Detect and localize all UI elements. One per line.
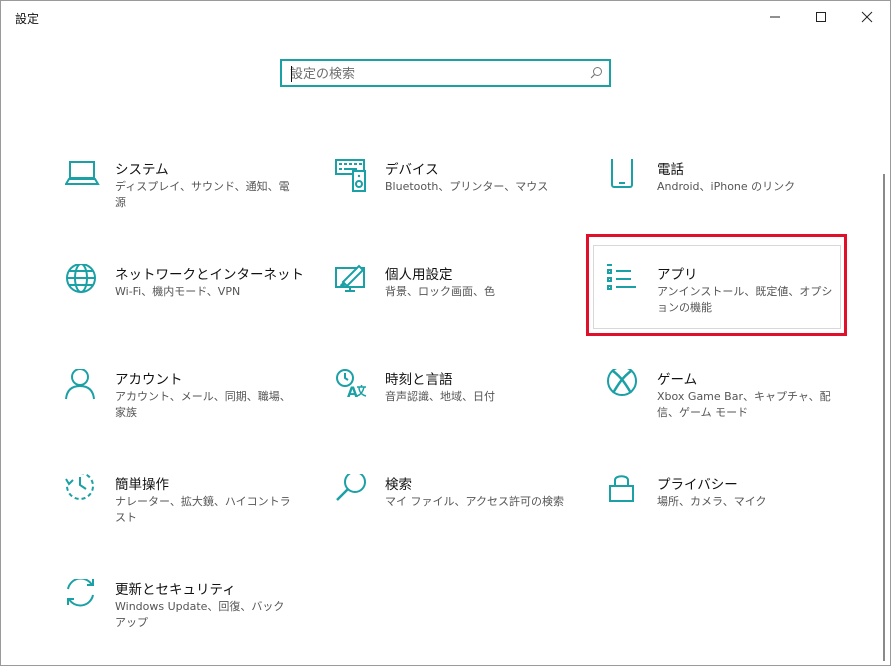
tile-name: アプリ [657, 267, 698, 283]
laptop-icon [65, 161, 100, 185]
search-icon [336, 474, 366, 501]
close-button[interactable] [844, 1, 890, 33]
minimize-icon [770, 16, 780, 18]
tile-name: 更新とセキュリティ [115, 582, 236, 598]
tile-network[interactable]: ネットワークとインターネット Wi-Fi、機内モード、VPN [65, 264, 325, 354]
keyboard-icon [335, 159, 366, 192]
minimize-button[interactable] [752, 1, 798, 33]
settings-search-box[interactable] [280, 59, 611, 87]
search-input[interactable] [290, 65, 580, 83]
tile-accounts[interactable]: アカウント アカウント、メール、同期、職場、家族 [65, 369, 325, 459]
tile-description: ナレーター、拡大鏡、ハイコントラスト [115, 495, 291, 524]
ease-of-access-icon [65, 474, 94, 500]
tile-description: アカウント、メール、同期、職場、家族 [115, 390, 291, 419]
phone-icon [611, 159, 633, 188]
tile-description: Windows Update、回復、バックアップ [115, 600, 285, 629]
tile-description: Xbox Game Bar、キャプチャ、配信、ゲーム モード [657, 390, 831, 419]
tile-description: Bluetooth、プリンター、マウス [385, 180, 549, 193]
title-bar: 設定 [1, 1, 890, 33]
tile-description: Wi-Fi、機内モード、VPN [115, 285, 241, 298]
tile-name: デバイス [385, 162, 439, 178]
tile-name: 時刻と言語 [385, 372, 453, 388]
search-icon[interactable] [590, 66, 603, 79]
text-caret [291, 66, 292, 82]
tile-name: プライバシー [657, 477, 738, 493]
tile-description: ディスプレイ、サウンド、通知、電源 [115, 180, 290, 209]
xbox-icon [607, 369, 637, 396]
close-icon [861, 11, 873, 23]
tile-description: 音声認識、地域、日付 [385, 390, 495, 403]
tile-description: 場所、カメラ、マイク [657, 495, 767, 508]
tile-apps[interactable]: アプリ アンインストール、既定値、オプションの機能 [607, 264, 867, 354]
person-icon [65, 369, 95, 400]
tile-search[interactable]: 検索 マイ ファイル、アクセス許可の検索 [335, 474, 595, 564]
paint-icon [335, 264, 365, 292]
tile-name: ネットワークとインターネット [115, 267, 304, 283]
sync-icon [67, 579, 94, 607]
tile-name: 検索 [385, 477, 412, 493]
settings-window: 設定 システム ディスプレイ、サウンド、通知、電源 [0, 0, 891, 666]
apps-list-icon [607, 264, 636, 290]
tile-gaming[interactable]: ゲーム Xbox Game Bar、キャプチャ、配信、ゲーム モード [607, 369, 867, 459]
tile-name: 簡単操作 [115, 477, 169, 493]
window-title: 設定 [15, 12, 40, 26]
tile-name: システム [115, 162, 169, 178]
tile-name: 電話 [657, 162, 684, 178]
tile-devices[interactable]: デバイス Bluetooth、プリンター、マウス [335, 159, 595, 249]
tile-update-security[interactable]: 更新とセキュリティ Windows Update、回復、バックアップ [65, 579, 325, 665]
tile-phone[interactable]: 電話 Android、iPhone のリンク [607, 159, 867, 249]
svg-text:A: A [347, 385, 358, 401]
tile-name: 個人用設定 [385, 267, 453, 283]
tile-privacy[interactable]: プライバシー 場所、カメラ、マイク [607, 474, 867, 564]
maximize-icon [816, 12, 826, 22]
tile-name: アカウント [115, 372, 183, 388]
tile-description: 背景、ロック画面、色 [385, 285, 495, 298]
lock-icon [609, 475, 634, 502]
tile-personalization[interactable]: 個人用設定 背景、ロック画面、色 [335, 264, 595, 354]
scrollbar[interactable] [883, 174, 885, 661]
tile-description: マイ ファイル、アクセス許可の検索 [385, 495, 564, 508]
tile-description: Android、iPhone のリンク [657, 180, 796, 193]
tile-description: アンインストール、既定値、オプションの機能 [657, 285, 833, 314]
tile-ease-of-access[interactable]: 簡単操作 ナレーター、拡大鏡、ハイコントラスト [65, 474, 325, 564]
tile-name: ゲーム [657, 372, 698, 388]
time-language-icon: A [336, 369, 367, 401]
tile-system[interactable]: システム ディスプレイ、サウンド、通知、電源 [65, 159, 325, 249]
maximize-button[interactable] [798, 1, 844, 33]
tile-time-language[interactable]: A 時刻と言語 音声認識、地域、日付 [335, 369, 595, 459]
globe-icon [66, 264, 96, 293]
